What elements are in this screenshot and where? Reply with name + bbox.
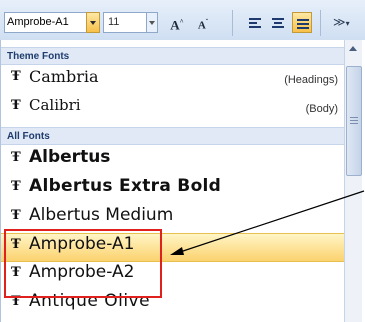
annotation-arrow-icon [170, 190, 365, 255]
